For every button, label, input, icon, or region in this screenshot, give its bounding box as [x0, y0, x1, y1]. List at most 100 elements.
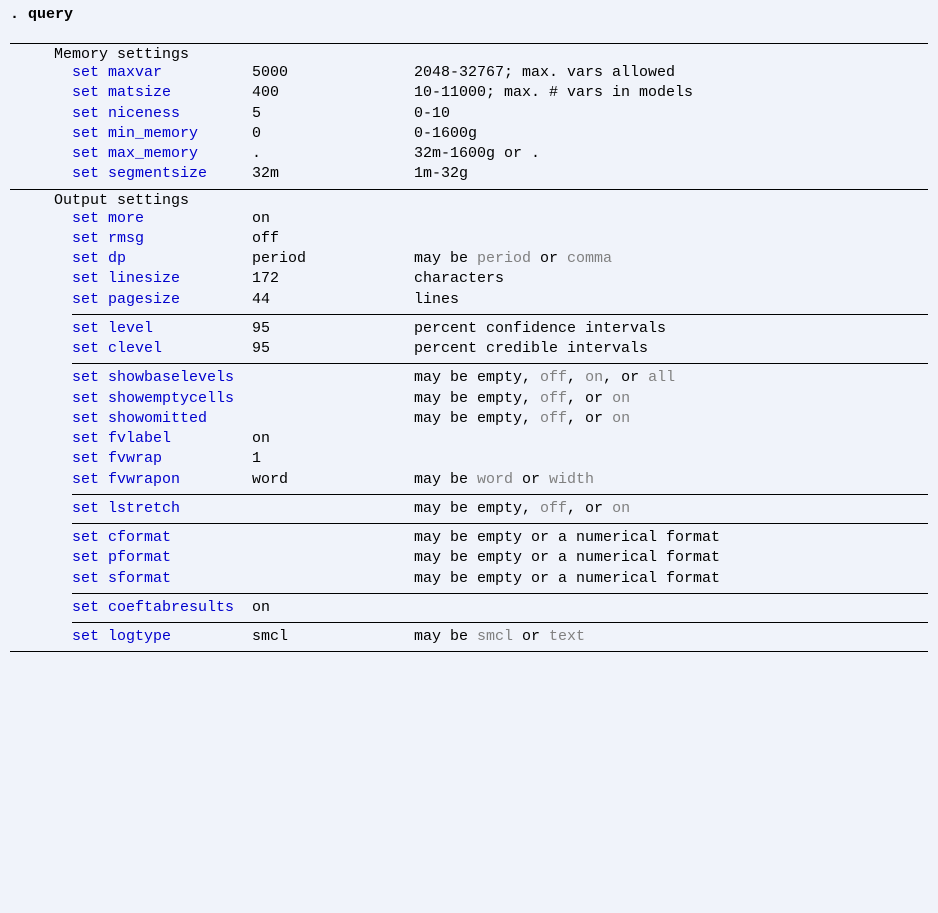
setting-fvwrap: setfvwrap1 — [72, 449, 928, 469]
prompt-dot: . — [10, 6, 28, 23]
set-keyword[interactable]: set — [72, 124, 108, 144]
setting-value: 32m — [252, 164, 414, 184]
set-keyword[interactable]: set — [72, 269, 108, 289]
setting-sformat: setsformatmay be empty or a numerical fo… — [72, 569, 928, 589]
set-keyword[interactable]: set — [72, 548, 108, 568]
setting-name[interactable]: min_memory — [108, 124, 252, 144]
setting-value: 95 — [252, 339, 414, 359]
rule-inner — [72, 523, 928, 524]
set-keyword[interactable]: set — [72, 429, 108, 449]
set-keyword[interactable]: set — [72, 528, 108, 548]
setting-name[interactable]: fvlabel — [108, 429, 252, 449]
set-keyword[interactable]: set — [72, 104, 108, 124]
rule-inner — [72, 314, 928, 315]
setting-desc: may be empty, off, on, or all — [414, 368, 675, 388]
set-keyword[interactable]: set — [72, 389, 108, 409]
setting-desc: 10-11000; max. # vars in models — [414, 83, 693, 103]
set-keyword[interactable]: set — [72, 319, 108, 339]
setting-dp: setdpperiodmay be period or comma — [72, 249, 928, 269]
rule-inner — [72, 622, 928, 623]
setting-name[interactable]: more — [108, 209, 252, 229]
setting-showomitted: setshowomitted may be empty, off, or on — [72, 409, 928, 429]
setting-value: on — [252, 429, 414, 449]
setting-name[interactable]: coeftabresults — [108, 598, 252, 618]
set-keyword[interactable]: set — [72, 63, 108, 83]
set-keyword[interactable]: set — [72, 229, 108, 249]
setting-more: setmoreon — [72, 209, 928, 229]
setting-name[interactable]: lstretch — [108, 499, 252, 519]
setting-name[interactable]: pagesize — [108, 290, 252, 310]
set-keyword[interactable]: set — [72, 164, 108, 184]
setting-desc: percent credible intervals — [414, 339, 648, 359]
setting-name[interactable]: cformat — [108, 528, 252, 548]
setting-desc: may be empty, off, or on — [414, 499, 630, 519]
set-keyword[interactable]: set — [72, 627, 108, 647]
setting-name[interactable]: fvwrapon — [108, 470, 252, 490]
setting-value — [252, 528, 414, 548]
setting-value — [252, 368, 414, 388]
set-keyword[interactable]: set — [72, 409, 108, 429]
setting-desc: may be empty, off, or on — [414, 409, 630, 429]
set-keyword[interactable]: set — [72, 598, 108, 618]
setting-name[interactable]: segmentsize — [108, 164, 252, 184]
setting-name[interactable]: pformat — [108, 548, 252, 568]
setting-pagesize: setpagesize44lines — [72, 290, 928, 310]
set-keyword[interactable]: set — [72, 449, 108, 469]
set-keyword[interactable]: set — [72, 83, 108, 103]
setting-maxvar: setmaxvar50002048-32767; max. vars allow… — [72, 63, 928, 83]
rule-section — [10, 189, 928, 190]
setting-value: on — [252, 598, 414, 618]
setting-name[interactable]: showemptycells — [108, 389, 252, 409]
setting-showemptycells: setshowemptycells may be empty, off, or o… — [72, 389, 928, 409]
setting-desc: lines — [414, 290, 459, 310]
setting-name[interactable]: logtype — [108, 627, 252, 647]
setting-value: off — [252, 229, 414, 249]
setting-lstretch: setlstretch may be empty, off, or on — [72, 499, 928, 519]
setting-value: 44 — [252, 290, 414, 310]
setting-value: 5000 — [252, 63, 414, 83]
setting-name[interactable]: max_memory — [108, 144, 252, 164]
setting-name[interactable]: rmsg — [108, 229, 252, 249]
set-keyword[interactable]: set — [72, 209, 108, 229]
setting-pformat: setpformatmay be empty or a numerical fo… — [72, 548, 928, 568]
set-keyword[interactable]: set — [72, 290, 108, 310]
setting-name[interactable]: showomitted — [108, 409, 252, 429]
setting-segmentsize: setsegmentsize32m1m-32g — [72, 164, 928, 184]
set-keyword[interactable]: set — [72, 144, 108, 164]
set-keyword[interactable]: set — [72, 249, 108, 269]
setting-value — [252, 409, 414, 429]
setting-logtype: setlogtypesmclmay be smcl or text — [72, 627, 928, 647]
setting-name[interactable]: sformat — [108, 569, 252, 589]
setting-max-memory: setmax_memory.32m-1600g or . — [72, 144, 928, 164]
setting-fvlabel: setfvlabelon — [72, 429, 928, 449]
set-keyword[interactable]: set — [72, 470, 108, 490]
set-keyword[interactable]: set — [72, 499, 108, 519]
setting-linesize: setlinesize172characters — [72, 269, 928, 289]
command-line: . query — [10, 6, 928, 23]
setting-value: 5 — [252, 104, 414, 124]
setting-clevel: setclevel95percent credible intervals — [72, 339, 928, 359]
rule-bottom — [10, 651, 928, 652]
set-keyword[interactable]: set — [72, 569, 108, 589]
setting-fvwrapon: setfvwraponwordmay be word or width — [72, 470, 928, 490]
setting-name[interactable]: clevel — [108, 339, 252, 359]
setting-desc: may be empty, off, or on — [414, 389, 630, 409]
setting-value: . — [252, 144, 414, 164]
setting-name[interactable]: maxvar — [108, 63, 252, 83]
setting-name[interactable]: niceness — [108, 104, 252, 124]
setting-value — [252, 389, 414, 409]
setting-name[interactable]: showbaselevels — [108, 368, 252, 388]
setting-name[interactable]: dp — [108, 249, 252, 269]
setting-desc: may be word or width — [414, 470, 594, 490]
setting-desc: 0-1600g — [414, 124, 477, 144]
setting-min-memory: setmin_memory00-1600g — [72, 124, 928, 144]
set-keyword[interactable]: set — [72, 339, 108, 359]
setting-name[interactable]: level — [108, 319, 252, 339]
set-keyword[interactable]: set — [72, 368, 108, 388]
setting-name[interactable]: fvwrap — [108, 449, 252, 469]
setting-name[interactable]: matsize — [108, 83, 252, 103]
setting-desc: may be empty or a numerical format — [414, 528, 720, 548]
setting-level: setlevel95percent confidence intervals — [72, 319, 928, 339]
setting-name[interactable]: linesize — [108, 269, 252, 289]
section-title-output: Output settings — [54, 192, 928, 209]
